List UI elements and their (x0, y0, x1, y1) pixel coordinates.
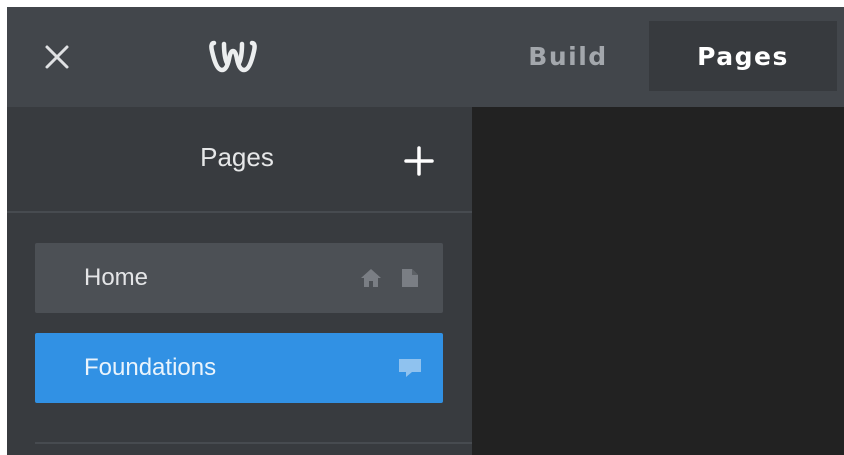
page-item-label: Foundations (84, 354, 217, 381)
page-item-foundations[interactable]: Foundations (35, 333, 443, 403)
home-icon (360, 268, 382, 288)
tab-build[interactable]: Build (503, 21, 633, 91)
plus-icon (404, 146, 434, 176)
sidebar-title: Pages (200, 142, 274, 172)
sidebar-header: Pages (7, 107, 472, 213)
tab-pages[interactable]: Pages (649, 21, 837, 91)
page-preview-canvas (472, 107, 844, 455)
pages-sidebar: Pages Home Foundations (7, 107, 472, 455)
comment-icon (398, 358, 422, 378)
add-page-button[interactable] (399, 141, 439, 181)
weebly-logo-icon (209, 40, 257, 73)
app-window: Build Pages Pages Home Foundations (7, 7, 844, 455)
page-icon (401, 268, 419, 288)
close-button[interactable] (41, 41, 73, 73)
page-item-label: Home (84, 264, 149, 291)
close-icon (45, 45, 69, 69)
top-bar: Build Pages (7, 7, 844, 107)
page-item-home[interactable]: Home (35, 243, 443, 313)
sidebar-divider (35, 442, 472, 444)
weebly-logo (209, 38, 257, 76)
